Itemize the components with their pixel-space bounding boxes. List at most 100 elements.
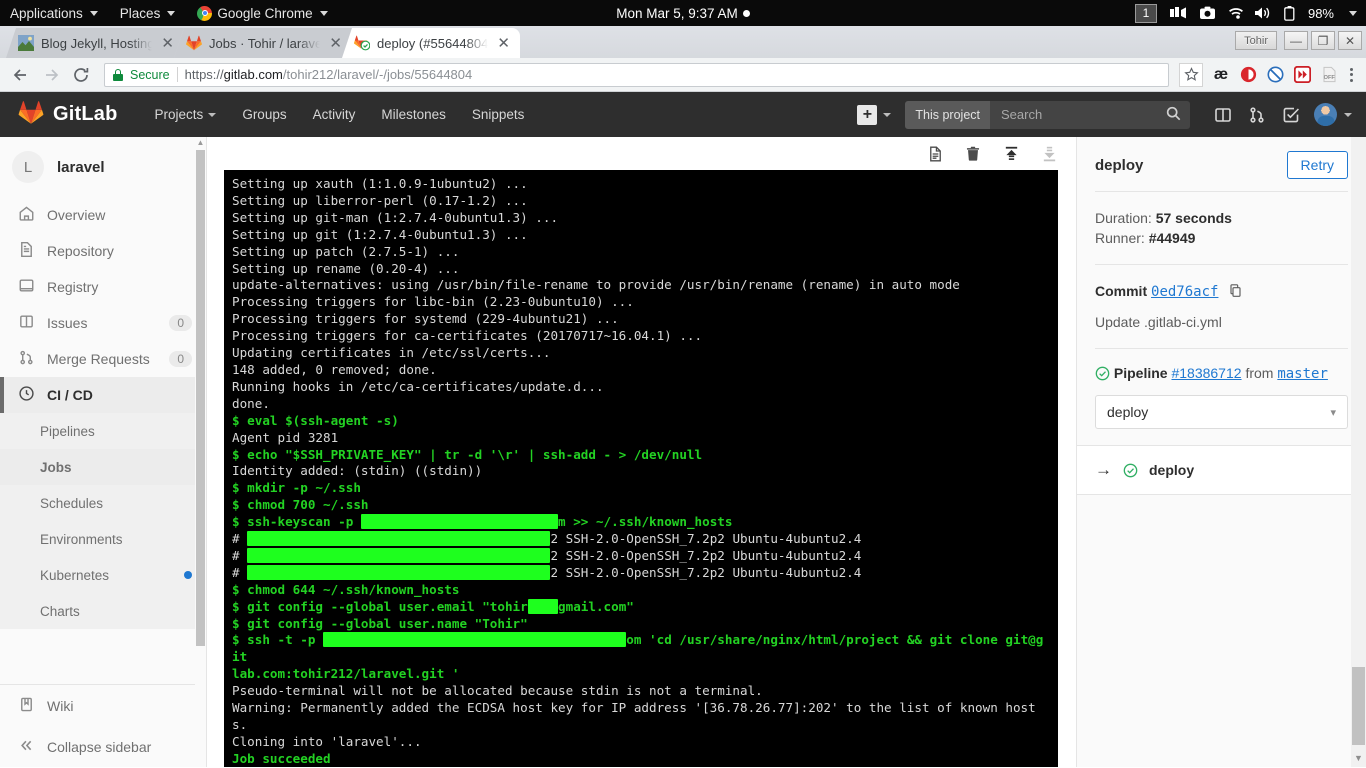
workspace-indicator[interactable]: 1 xyxy=(1134,3,1157,23)
sidebar-item-pipelines[interactable]: Pipelines xyxy=(0,413,206,449)
pipeline-row: Pipeline #18386712 from master xyxy=(1095,363,1348,384)
chrome-app-menu[interactable]: Google Chrome xyxy=(186,0,338,26)
applications-menu[interactable]: Applications xyxy=(0,0,109,26)
log-line: Warning: Permanently added the ECDSA hos… xyxy=(232,700,1036,732)
reload-icon[interactable] xyxy=(68,62,94,88)
ae-icon[interactable]: æ xyxy=(1212,66,1230,84)
new-dropdown[interactable]: + xyxy=(857,104,892,125)
sidebar-scrollbar[interactable]: ▲ xyxy=(195,137,206,767)
issues-count-badge: 0 xyxy=(169,315,192,331)
avatar[interactable] xyxy=(1314,103,1337,126)
redacted-text xyxy=(527,598,559,614)
browser-tab[interactable]: Jobs · Tohir / laravel ✕ xyxy=(174,28,352,58)
runner-label: Runner: xyxy=(1095,230,1145,246)
raw-log-icon[interactable] xyxy=(926,145,944,163)
merge-requests-icon[interactable] xyxy=(1240,99,1274,131)
nav-item-groups[interactable]: Groups xyxy=(229,107,299,122)
close-icon[interactable]: ✕ xyxy=(327,36,344,51)
sidebar-item-merge-requests[interactable]: Merge Requests 0 xyxy=(0,341,206,377)
build-log-output[interactable]: Setting up xauth (1:1.0.9-1ubuntu2) ... S… xyxy=(224,170,1058,767)
search-container[interactable]: This project Search xyxy=(905,100,1190,129)
search-scope-label: This project xyxy=(905,100,990,129)
star-icon[interactable] xyxy=(1179,62,1203,87)
sidebar-item-registry[interactable]: Registry xyxy=(0,269,206,305)
chevron-down-icon[interactable] xyxy=(1349,10,1357,16)
sidebar-item-kubernetes[interactable]: Kubernetes xyxy=(0,557,206,593)
stage-select[interactable]: deploy ▾ xyxy=(1095,395,1348,429)
retry-button[interactable]: Retry xyxy=(1286,151,1348,179)
pipeline-branch-link[interactable]: master xyxy=(1277,366,1328,382)
volume-icon[interactable] xyxy=(1254,6,1271,20)
places-menu[interactable]: Places xyxy=(109,0,187,26)
close-window-button[interactable]: ✕ xyxy=(1338,31,1362,50)
sidebar-item-issues[interactable]: Issues 0 xyxy=(0,305,206,341)
sidebar-item-environments[interactable]: Environments xyxy=(0,521,206,557)
divider xyxy=(176,67,178,82)
collapse-sidebar-button[interactable]: Collapse sidebar xyxy=(0,726,206,767)
nav-item-snippets[interactable]: Snippets xyxy=(459,107,538,122)
pipeline-id-link[interactable]: #18386712 xyxy=(1171,365,1241,381)
extension-bar: æ OFF xyxy=(1179,62,1358,87)
battery-icon[interactable] xyxy=(1284,5,1295,21)
chevron-down-icon[interactable] xyxy=(1344,112,1352,117)
copy-icon[interactable] xyxy=(1228,283,1243,301)
scroll-down-arrow-icon[interactable]: ▼ xyxy=(1351,753,1366,763)
back-arrow-icon[interactable] xyxy=(8,62,34,88)
page-scrollbar-thumb[interactable] xyxy=(1352,667,1365,745)
screencast-icon[interactable] xyxy=(1169,6,1187,20)
image-icon xyxy=(18,35,34,51)
adblock-icon[interactable] xyxy=(1239,66,1257,84)
search-input[interactable]: Search xyxy=(990,100,1190,129)
nav-item-projects[interactable]: Projects xyxy=(142,107,230,122)
camera-icon[interactable] xyxy=(1199,6,1215,20)
sidebar-item-charts[interactable]: Charts xyxy=(0,593,206,629)
log-text: 2 SSH-2.0-OpenSSH_7.2p2 Ubuntu-4ubuntu2.… xyxy=(550,547,862,563)
scroll-up-arrow-icon[interactable]: ▲ xyxy=(195,139,206,147)
sidebar-item-overview[interactable]: Overview xyxy=(0,197,206,233)
off-icon[interactable]: OFF xyxy=(1320,66,1338,84)
job-header: deploy Retry xyxy=(1077,137,1366,191)
sidebar-item-wiki[interactable]: Wiki xyxy=(0,685,206,726)
sidebar-item-ci-cd[interactable]: CI / CD xyxy=(0,377,206,413)
video-download-icon[interactable] xyxy=(1293,66,1311,84)
log-line: Processing triggers for libc-bin (2.23-0… xyxy=(232,294,634,310)
kebab-menu-icon[interactable] xyxy=(1347,67,1358,82)
nav-label: Snippets xyxy=(471,107,525,122)
log-line: Pseudo-terminal will not be allocated be… xyxy=(232,683,763,699)
block-icon[interactable] xyxy=(1266,66,1284,84)
sidebar-item-label: Wiki xyxy=(47,697,74,714)
address-bar[interactable]: Secure https://gitlab.com/tohir212/larav… xyxy=(104,62,1169,87)
nav-item-milestones[interactable]: Milestones xyxy=(368,107,459,122)
log-line: Updating certificates in /etc/ssl/certs.… xyxy=(232,345,551,361)
sidebar-item-repository[interactable]: Repository xyxy=(0,233,206,269)
scroll-to-top-icon[interactable] xyxy=(1002,145,1020,163)
minimize-button[interactable]: — xyxy=(1284,31,1308,50)
pipeline-label: Pipeline xyxy=(1113,365,1168,381)
stage-job-row[interactable]: → deploy xyxy=(1077,445,1366,494)
sidebar-item-jobs[interactable]: Jobs xyxy=(0,449,206,485)
nav-item-activity[interactable]: Activity xyxy=(300,107,369,122)
browser-tab[interactable]: Blog Jekyll, Hosting ✕ xyxy=(6,28,184,58)
log-line: Setting up rename (0.20-4) ... xyxy=(232,260,460,276)
browser-tab-active[interactable]: deploy (#55644804 ✕ xyxy=(342,28,520,58)
sidebar-item-schedules[interactable]: Schedules xyxy=(0,485,206,521)
close-icon[interactable]: ✕ xyxy=(495,36,512,51)
sidebar-scrollbar-thumb[interactable] xyxy=(196,150,205,646)
commit-sha-link[interactable]: 0ed76acf xyxy=(1151,284,1218,300)
gitlab-home-link[interactable]: GitLab xyxy=(18,100,118,130)
project-header[interactable]: L laravel xyxy=(0,137,206,197)
document-icon xyxy=(18,241,35,261)
todos-icon[interactable] xyxy=(1274,99,1308,131)
erase-log-icon[interactable] xyxy=(964,145,982,163)
close-icon[interactable]: ✕ xyxy=(159,36,176,51)
page-scrollbar[interactable]: ▼ xyxy=(1351,137,1366,767)
log-line: $ ssh -t -p om 'cd /usr/share/nginx/html… xyxy=(232,632,1050,666)
log-text: # xyxy=(232,547,248,563)
maximize-button[interactable]: ❐ xyxy=(1311,31,1335,50)
gitlab-logo-icon xyxy=(18,100,44,130)
issues-icon[interactable] xyxy=(1206,99,1240,131)
build-log-container: Setting up xauth (1:1.0.9-1ubuntu2) ... S… xyxy=(207,137,1076,767)
ci-cd-submenu: Pipelines Jobs Schedules Environments Ku… xyxy=(0,413,206,629)
gitlab-main-nav: Projects Groups Activity Milestones Snip… xyxy=(142,107,538,122)
wifi-icon[interactable] xyxy=(1228,7,1243,20)
